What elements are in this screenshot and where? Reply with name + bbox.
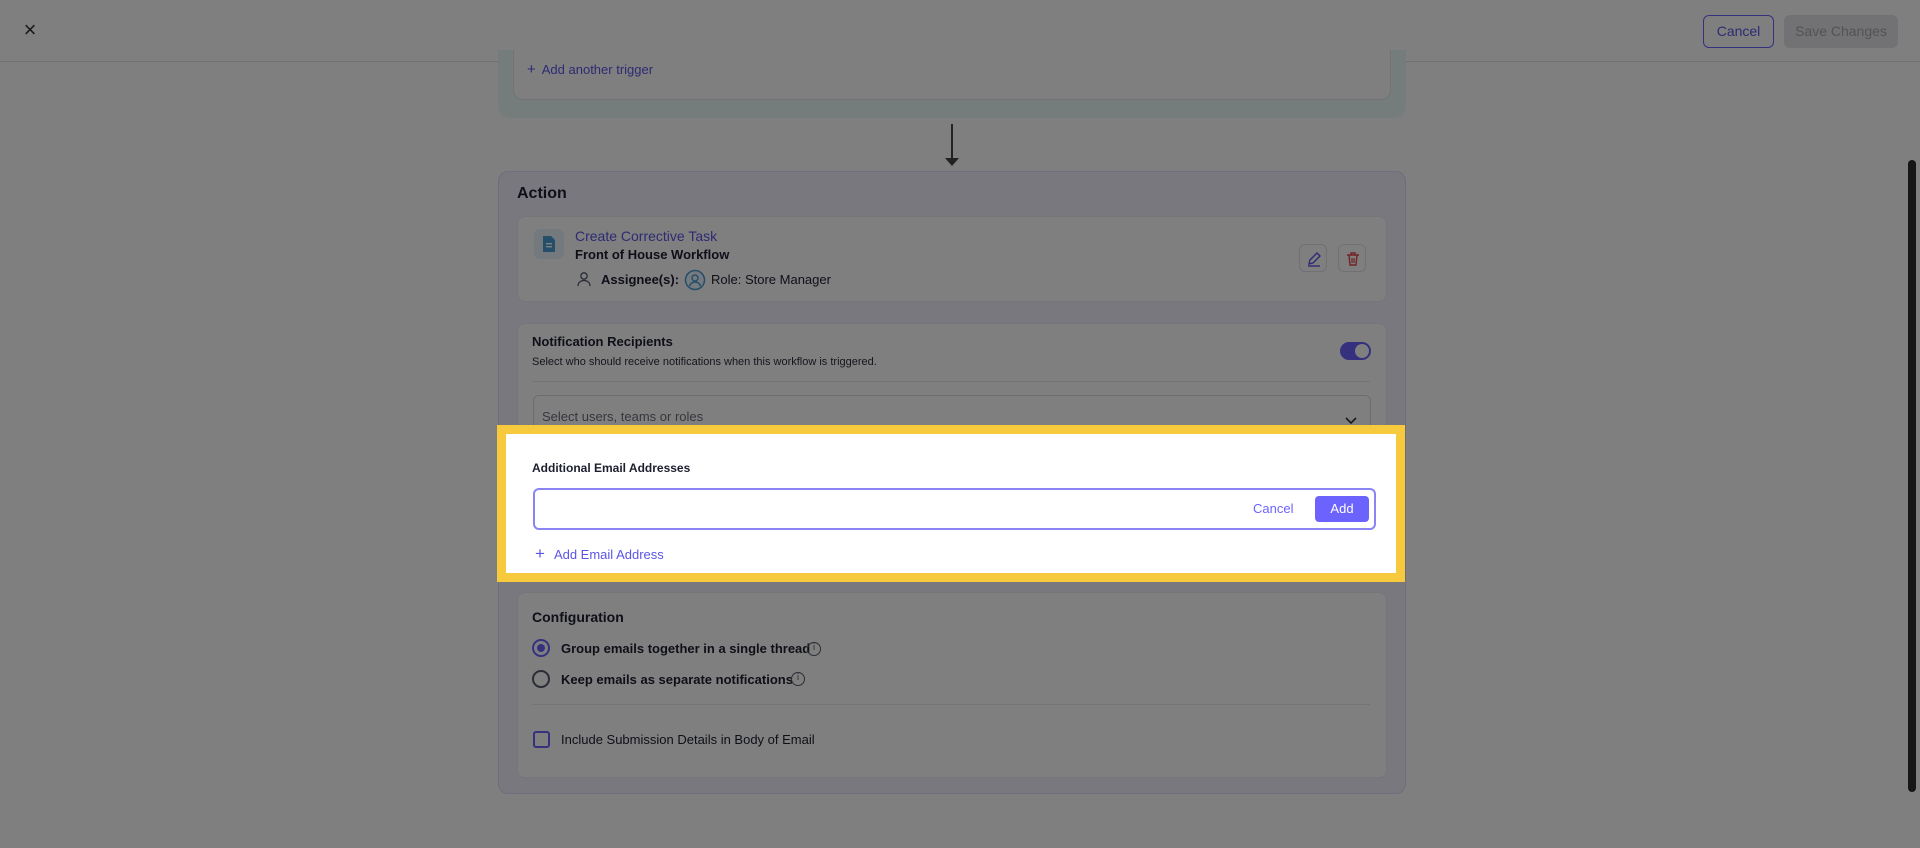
additional-email-title: Additional Email Addresses bbox=[532, 461, 691, 475]
highlight-frame: Additional Email Addresses Cancel Add + A… bbox=[497, 425, 1405, 582]
page: × Cancel Save Changes +Add another trigg… bbox=[0, 0, 1920, 848]
dim-overlay bbox=[0, 0, 1920, 848]
add-email-address-label: Add Email Address bbox=[553, 547, 664, 562]
email-add-button[interactable]: Add bbox=[1315, 496, 1369, 522]
add-email-address-link[interactable]: + Add Email Address bbox=[535, 544, 664, 564]
email-input-wrapper: Cancel Add bbox=[533, 488, 1376, 530]
email-input[interactable] bbox=[543, 497, 1103, 521]
additional-email-panel: Additional Email Addresses Cancel Add + A… bbox=[506, 434, 1396, 573]
plus-icon: + bbox=[535, 544, 545, 563]
scrollbar[interactable] bbox=[1908, 160, 1916, 792]
email-cancel-button[interactable]: Cancel bbox=[1253, 501, 1293, 516]
